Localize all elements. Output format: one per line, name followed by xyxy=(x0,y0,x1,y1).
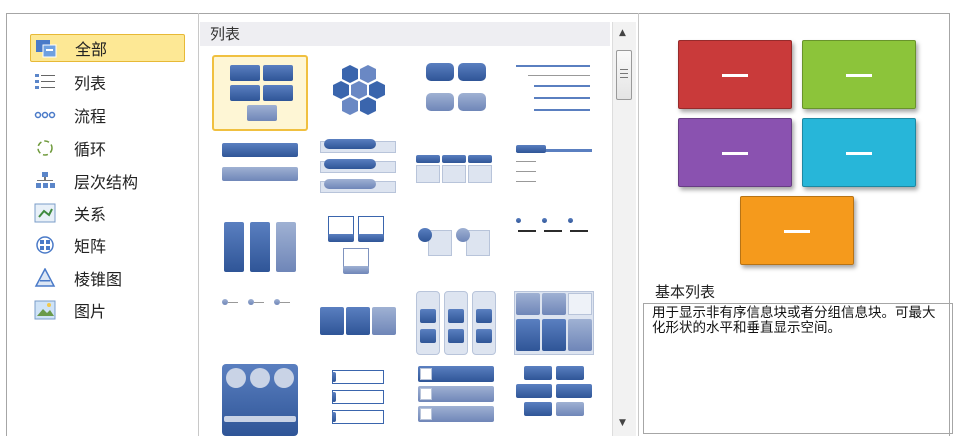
matrix-icon xyxy=(34,235,56,255)
category-hierarchy[interactable]: 层次结构 xyxy=(30,167,185,195)
category-label: 图片 xyxy=(74,302,107,321)
all-layouts-icon xyxy=(35,38,57,58)
layout-vertical-box-list[interactable] xyxy=(212,210,308,286)
layout-grouped-blocks[interactable] xyxy=(408,55,504,131)
layout-stacked-list[interactable] xyxy=(310,135,406,211)
category-cycle[interactable]: 循环 xyxy=(30,134,185,162)
preview-shape xyxy=(802,40,916,109)
layout-horizontal-bullet-list[interactable] xyxy=(408,135,504,211)
layout-tab-list[interactable] xyxy=(310,360,406,436)
relationship-icon xyxy=(34,203,56,223)
category-label: 棱锥图 xyxy=(74,270,123,289)
category-picture[interactable]: 图片 xyxy=(30,296,185,324)
layout-lined-list[interactable] xyxy=(506,55,602,131)
category-label: 关系 xyxy=(74,205,107,224)
process-icon xyxy=(34,105,56,125)
preview-shape xyxy=(740,196,854,265)
layout-horizontal-block-list[interactable] xyxy=(310,285,406,361)
divider-left xyxy=(198,13,199,436)
category-list[interactable]: 列表 xyxy=(30,68,185,96)
layout-pin-list[interactable] xyxy=(212,285,308,361)
preview-shape xyxy=(678,118,792,187)
category-label: 循环 xyxy=(74,140,107,159)
gallery-header: 列表 xyxy=(200,22,610,46)
layout-basic-list[interactable] xyxy=(212,55,308,131)
layout-picture-caption-list[interactable] xyxy=(310,210,406,286)
layout-block-staircase[interactable] xyxy=(506,360,602,436)
category-matrix[interactable]: 矩阵 xyxy=(30,231,185,259)
scroll-thumb[interactable] xyxy=(616,50,632,100)
category-label: 流程 xyxy=(74,107,107,126)
cycle-icon xyxy=(34,138,56,158)
hierarchy-icon xyxy=(34,171,56,191)
layout-circle-arrow-list[interactable] xyxy=(212,360,308,436)
preview-title: 基本列表 xyxy=(655,283,716,301)
layout-picture-list[interactable] xyxy=(408,360,504,436)
category-process[interactable]: 流程 xyxy=(30,101,185,129)
picture-icon xyxy=(34,300,56,320)
category-all[interactable]: 全部 xyxy=(30,34,185,62)
layout-accent-dots-list[interactable] xyxy=(506,210,602,286)
layout-grouped-columns[interactable] xyxy=(408,285,504,361)
gallery-scrollbar[interactable]: ▲ ▼ xyxy=(612,22,636,436)
category-label: 矩阵 xyxy=(74,237,107,256)
divider-right xyxy=(638,13,639,436)
scroll-down-icon[interactable]: ▼ xyxy=(619,418,626,428)
preview-description: 用于显示非有序信息块或者分组信息块。可最大化形状的水平和垂直显示空间。 xyxy=(643,303,953,434)
preview-shape xyxy=(802,118,916,187)
layout-circle-accent-list[interactable] xyxy=(408,210,504,286)
category-pyramid[interactable]: 棱锥图 xyxy=(30,264,185,292)
category-label: 全部 xyxy=(75,40,108,59)
category-label: 列表 xyxy=(74,74,107,93)
layout-vertical-bullet-list[interactable] xyxy=(212,135,308,211)
list-icon xyxy=(34,72,56,92)
pyramid-icon xyxy=(34,267,56,288)
category-relationship[interactable]: 关系 xyxy=(30,199,185,227)
layout-target-list[interactable] xyxy=(506,135,602,211)
layout-hexagon-cluster[interactable] xyxy=(310,55,406,131)
scroll-up-icon[interactable]: ▲ xyxy=(619,28,626,38)
category-label: 层次结构 xyxy=(74,173,139,192)
layout-table-list[interactable] xyxy=(506,285,602,361)
preview-shape xyxy=(678,40,792,109)
